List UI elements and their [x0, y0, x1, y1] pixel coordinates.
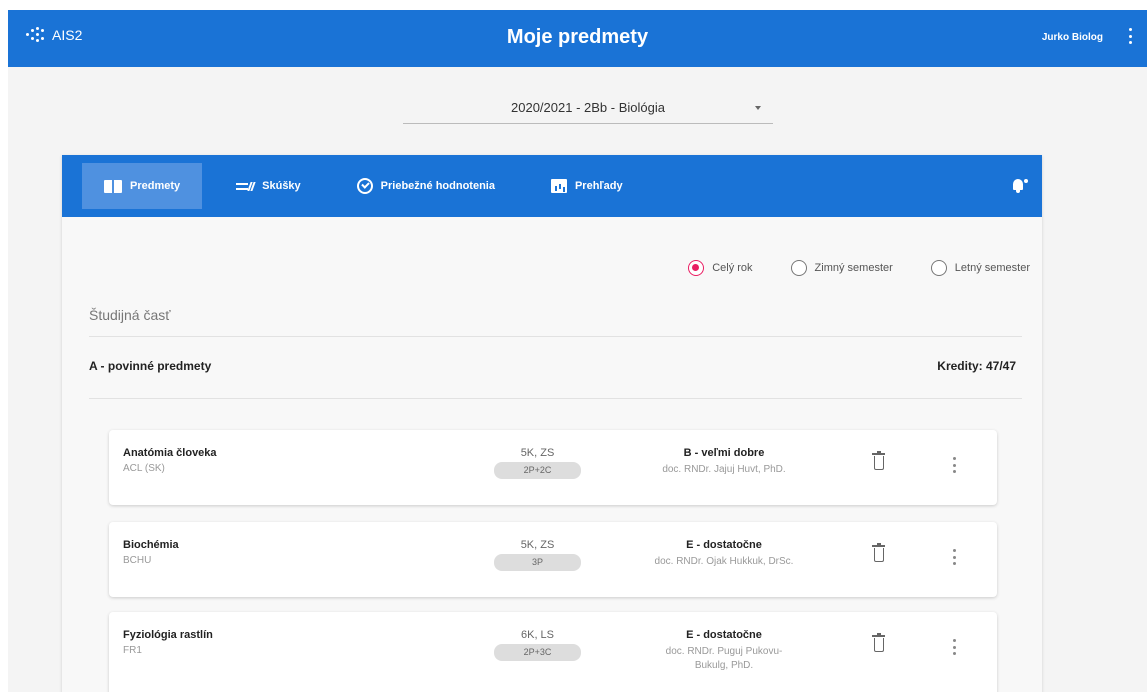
- radio-label: Zimný semester: [814, 262, 893, 274]
- study-period-value: 2020/2021 - 2Bb - Biológia: [511, 100, 665, 115]
- more-vert-icon[interactable]: [951, 549, 957, 565]
- tab-bar: Predmety Skúšky Priebežné hodnotenia Pre…: [62, 155, 1042, 217]
- course-hours: 2P+2C: [494, 462, 581, 479]
- course-name: Anatómia človeka: [123, 447, 217, 459]
- course-teacher: doc. RNDr. Jajuj Huvt, PhD.: [662, 464, 786, 475]
- semester-filter: Celý rok Zimný semester Letný semester: [688, 260, 1030, 276]
- radio-letny-semester[interactable]: Letný semester: [930, 260, 1030, 276]
- app-window: AIS2 Moje predmety Jurko Biolog 2020/202…: [8, 10, 1147, 692]
- delete-icon[interactable]: [872, 451, 885, 470]
- cycle-check-icon: [356, 178, 373, 194]
- tab-label: Prehľady: [574, 180, 623, 192]
- course-hours: 2P+3C: [494, 644, 581, 661]
- tab-predmety[interactable]: Predmety: [82, 163, 203, 209]
- user-name[interactable]: Jurko Biolog: [1042, 32, 1103, 43]
- top-bar: AIS2 Moje predmety Jurko Biolog: [8, 10, 1147, 67]
- dropdown-arrow-icon: [755, 106, 761, 110]
- course-credits: 5K, ZS: [520, 447, 555, 459]
- exam-sliders-icon: [236, 180, 256, 193]
- tab-prehlady[interactable]: Prehľady: [529, 163, 645, 209]
- radio-unchecked-icon: [790, 260, 807, 276]
- course-hours: 3P: [494, 554, 581, 571]
- more-vert-icon[interactable]: [1125, 26, 1135, 46]
- more-vert-icon[interactable]: [951, 457, 957, 473]
- course-name: Biochémia: [123, 539, 179, 551]
- tab-priebezne-hodnotenia[interactable]: Priebežné hodnotenia: [335, 163, 517, 209]
- divider: [89, 336, 1022, 337]
- radio-label: Celý rok: [712, 262, 753, 274]
- course-teacher: doc. RNDr. Ojak Hukkuk, DrSc.: [654, 556, 794, 567]
- chart-icon: [550, 179, 567, 193]
- course-code: FR1: [123, 645, 142, 656]
- delete-icon[interactable]: [872, 543, 885, 562]
- courses-card: Predmety Skúšky Priebežné hodnotenia Pre…: [62, 155, 1042, 692]
- radio-cely-rok[interactable]: Celý rok: [688, 260, 753, 276]
- group-credits: Kredity: 47/47: [937, 359, 1016, 373]
- radio-unchecked-icon: [930, 260, 947, 276]
- course-credits: 6K, LS: [520, 629, 555, 641]
- tab-label: Predmety: [130, 180, 181, 192]
- group-title: A - povinné predmety: [89, 359, 212, 373]
- course-code: ACL (SK): [123, 463, 165, 474]
- more-vert-icon[interactable]: [951, 639, 957, 655]
- book-icon: [104, 179, 122, 193]
- course-grade: B - veľmi dobre: [683, 447, 765, 459]
- course-row[interactable]: Anatómia človeka ACL (SK) 5K, ZS 2P+2C B…: [109, 430, 997, 505]
- divider: [89, 398, 1022, 399]
- radio-zimny-semester[interactable]: Zimný semester: [790, 260, 893, 276]
- notification-bell-icon[interactable]: [1012, 178, 1028, 194]
- tab-label: Priebežné hodnotenia: [380, 180, 495, 192]
- course-grade: E - dostatočne: [686, 539, 762, 551]
- tab-label: Skúšky: [262, 180, 301, 192]
- section-title: Študijná časť: [89, 307, 171, 323]
- tab-skusky[interactable]: Skúšky: [214, 163, 323, 209]
- course-name: Fyziológia rastlín: [123, 629, 213, 641]
- course-row[interactable]: Fyziológia rastlín FR1 6K, LS 2P+3C E - …: [109, 612, 997, 692]
- radio-checked-icon: [688, 260, 705, 276]
- course-teacher: doc. RNDr. Puguj Pukovu-Bukulg, PhD.: [665, 646, 783, 671]
- delete-icon[interactable]: [872, 633, 885, 652]
- course-grade: E - dostatočne: [686, 629, 762, 641]
- page-title: Moje predmety: [506, 26, 649, 48]
- study-period-select[interactable]: 2020/2021 - 2Bb - Biológia: [403, 94, 773, 124]
- course-row[interactable]: Biochémia BCHU 5K, ZS 3P E - dostatočne …: [109, 522, 997, 597]
- radio-label: Letný semester: [954, 262, 1030, 274]
- course-credits: 5K, ZS: [520, 539, 555, 551]
- course-code: BCHU: [123, 555, 152, 566]
